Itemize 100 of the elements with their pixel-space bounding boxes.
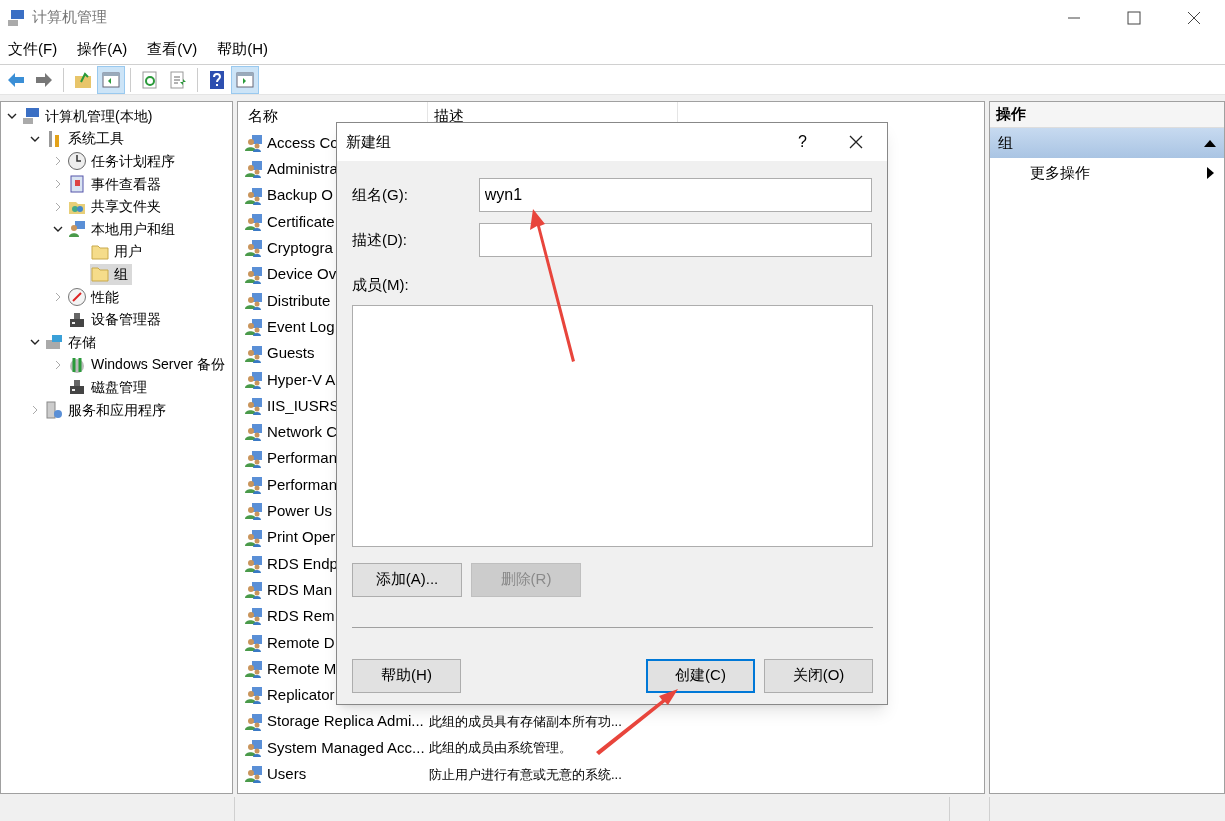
users-icon — [67, 219, 87, 240]
group-name[interactable]: Guests — [267, 344, 315, 362]
group-name[interactable]: Administra — [267, 160, 338, 178]
field-label: 成员(M): — [352, 275, 410, 295]
group-name[interactable]: Power Us — [267, 502, 333, 520]
text-field[interactable] — [478, 223, 872, 257]
group-icon — [244, 264, 264, 285]
tree-item[interactable]: Windows Server 备份 — [67, 354, 229, 376]
group-name[interactable]: Hyper-V A — [267, 370, 336, 388]
server-gear-icon — [44, 400, 64, 420]
group-icon — [244, 212, 264, 233]
group-name[interactable]: RDS Rem — [267, 607, 335, 625]
group-name[interactable]: Users — [267, 765, 307, 782]
tree-item[interactable]: 服务和应用程序 — [44, 399, 170, 421]
dialog-button[interactable]: 添加(A)... — [352, 562, 462, 597]
tree-item[interactable]: 系统工具 — [44, 128, 128, 150]
clock-icon — [67, 151, 87, 172]
group-icon — [244, 501, 264, 522]
menu-item[interactable]: 操作(A) — [77, 38, 128, 61]
tree-item[interactable]: 用户 — [90, 241, 146, 263]
group-icon — [244, 527, 264, 548]
maximize-icon[interactable] — [1127, 10, 1141, 25]
group-name[interactable]: Cryptogra — [267, 239, 333, 257]
refresh-icon — [140, 69, 160, 90]
dialog-button[interactable]: 创建(C) — [646, 658, 755, 693]
chevron-right-icon[interactable] — [30, 405, 40, 415]
group-name[interactable]: Remote D — [267, 633, 335, 651]
caret-right-icon — [1207, 167, 1214, 179]
group-name[interactable]: Distribute — [267, 291, 331, 309]
tree-item[interactable]: 共享文件夹 — [67, 196, 165, 218]
log-book-icon — [67, 174, 87, 195]
group-icon — [244, 580, 264, 601]
group-icon — [244, 343, 264, 364]
window-title: 计算机管理 — [32, 7, 107, 28]
chevron-right-icon[interactable] — [53, 359, 63, 370]
tree-item[interactable]: 设备管理器 — [67, 309, 165, 331]
group-icon — [244, 238, 264, 259]
group-name[interactable]: Network C — [267, 423, 337, 441]
tree-item[interactable]: 本地用户和组 — [67, 218, 179, 240]
group-icon — [244, 711, 264, 732]
group-name[interactable]: Storage Replica Admi... — [267, 712, 424, 730]
chevron-right-icon[interactable] — [53, 292, 63, 303]
group-name[interactable]: System Managed Acc... — [267, 738, 425, 756]
help-button[interactable]: ? — [798, 130, 807, 154]
dialog-button[interactable]: 帮助(H) — [352, 658, 461, 693]
close-icon[interactable] — [1187, 10, 1201, 25]
tree-item[interactable]: 计算机管理(本地) — [21, 105, 157, 127]
actions-header: 操作 — [990, 102, 1224, 128]
actions-section[interactable]: 组 — [990, 128, 1224, 158]
group-icon — [244, 448, 264, 469]
group-name[interactable]: Backup O — [267, 186, 333, 204]
group-name[interactable]: Replicator — [267, 686, 335, 704]
tree-item[interactable]: 性能 — [67, 286, 123, 308]
menu-item[interactable]: 帮助(H) — [217, 38, 268, 61]
close-icon[interactable] — [849, 135, 863, 149]
group-icon — [244, 632, 264, 653]
field-label: 组名(G): — [352, 184, 409, 205]
group-icon — [244, 185, 264, 206]
group-icon — [244, 737, 264, 758]
tree-item[interactable]: 存储 — [44, 331, 100, 353]
group-description: 此组的成员由系统管理。 — [429, 739, 572, 758]
text-field[interactable]: wyn1 — [478, 178, 872, 212]
group-name[interactable]: Device Ov — [267, 265, 337, 283]
menu-item[interactable]: 文件(F) — [8, 38, 58, 61]
tree-item[interactable]: 组 — [90, 263, 132, 285]
group-name[interactable]: Print Oper — [267, 528, 336, 546]
group-icon — [244, 422, 264, 443]
group-name[interactable]: Performan — [267, 449, 338, 467]
group-icon — [244, 659, 264, 680]
help-icon — [207, 69, 227, 90]
group-icon — [244, 159, 264, 180]
group-icon — [244, 685, 264, 706]
dialog-button[interactable]: 关闭(O) — [764, 658, 873, 693]
group-name[interactable]: Performan — [267, 475, 338, 493]
group-icon — [244, 475, 264, 495]
group-icon — [244, 133, 264, 154]
group-name[interactable]: Certificate — [267, 212, 335, 230]
chevron-right-icon[interactable] — [53, 156, 63, 167]
chevron-right-icon[interactable] — [53, 201, 63, 212]
field-label: 描述(D): — [352, 229, 408, 250]
group-icon — [244, 606, 264, 627]
computer-icon — [21, 106, 41, 127]
group-description: 此组的成员具有存储副本所有功... — [429, 712, 622, 731]
group-icon — [244, 396, 264, 417]
tree-item[interactable]: 磁盘管理 — [67, 376, 151, 398]
group-name[interactable]: Remote M — [267, 659, 337, 677]
caret-up-icon[interactable] — [1204, 139, 1216, 147]
folder-icon — [90, 264, 110, 285]
gauge-icon — [67, 287, 87, 308]
chevron-right-icon[interactable] — [53, 179, 63, 190]
tree-item[interactable]: 任务计划程序 — [67, 151, 179, 172]
menu-item[interactable]: 查看(V) — [147, 38, 198, 61]
group-name[interactable]: Event Log — [267, 317, 335, 335]
tree-item[interactable]: 事件查看器 — [67, 173, 165, 195]
group-icon — [244, 764, 264, 785]
group-name[interactable]: RDS Man — [267, 580, 333, 598]
group-description: 防止用户进行有意或无意的系统... — [429, 765, 622, 784]
action-item[interactable]: 更多操作 — [1030, 161, 1207, 185]
export-list-icon — [168, 69, 188, 90]
group-icon — [244, 290, 264, 311]
